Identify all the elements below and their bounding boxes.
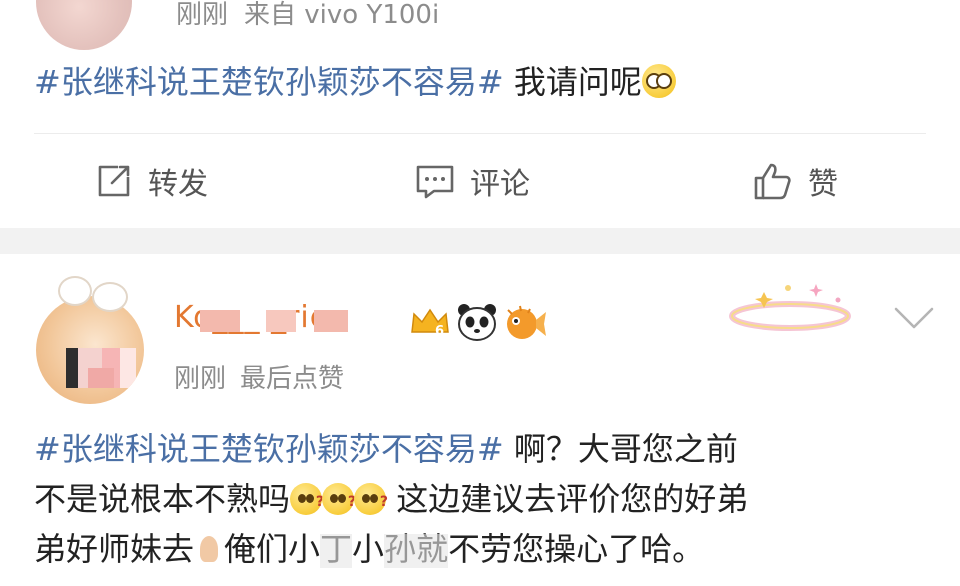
post2-text-3g: 不劳您操心了哈。 [448,530,705,568]
post2-text-1: 啊？大哥您之前 [503,430,738,468]
post2-username[interactable]: Ko___ _ric [174,300,404,340]
post1-time: 刚刚 [176,0,229,30]
post1-content: #张继科说王楚钦孙颖莎不容易# 我请问呢 [34,60,676,104]
post2-activity: 最后点赞 [240,364,345,394]
comment-label: 评论 [470,167,530,202]
post2-content: #张继科说王楚钦孙颖莎不容易# 啊？大哥您之前 不是说根本不熟吗??? 这边建议… [34,424,934,574]
crown-badge-icon[interactable]: 6 [408,306,452,338]
post2-text-3c: 丁 [320,524,353,574]
comment-button[interactable]: 评论 [414,156,530,206]
post1-divider [34,133,926,134]
post1-source: 来自 vivo Y100i [244,0,440,30]
post2-text-3e: 孙 [384,524,417,574]
praying-hands-emoji-icon [194,532,224,564]
post1-meta: 刚刚 来自 vivo Y100i [176,0,439,31]
panda-icon[interactable] [456,302,498,342]
comment-icon [416,165,454,199]
question-face-emoji-icon: ? [322,483,356,515]
like-button[interactable]: 赞 [752,156,838,206]
post2-time: 刚刚 [174,364,227,394]
username-text: Ko___ _ric [174,300,328,335]
thumbs-up-icon [754,163,791,200]
post2-hashtag[interactable]: #张继科说王楚钦孙颖莎不容易# [34,430,504,468]
post2-text-2b: 这边建议去评价您的好弟 [386,480,749,518]
chevron-down-icon[interactable] [892,305,936,331]
glasses-face-emoji-icon [641,64,676,98]
post2-line-2: 不是说根本不熟吗??? 这边建议去评价您的好弟 [34,474,934,524]
post1-text: 我请问呢 [503,63,642,101]
repost-button[interactable]: 转发 [94,156,208,206]
post2-text-3d: 小 [352,530,385,568]
feed-separator [0,228,960,254]
repost-icon [98,165,130,197]
post1-hashtag[interactable]: #张继科说王楚钦孙颖莎不容易# [34,63,504,101]
crown-level: 6 [435,324,444,338]
sparkle-halo-decoration-icon [729,284,851,331]
username-mosaic [314,310,348,332]
question-face-emoji-icon: ? [354,483,388,515]
post2-text-2a: 不是说根本不熟吗 [34,480,291,518]
avatar-pendant-left [58,276,92,306]
post2-text-3f: 就 [416,524,449,574]
post2-avatar[interactable] [36,276,150,404]
post2-meta: 刚刚 最后点赞 [174,358,344,395]
post1-avatar[interactable] [36,0,132,50]
post2-line-3: 弟好师妹去 俺们小丁小孙就不劳您操心了哈。 [34,524,934,574]
username-mosaic [200,310,240,332]
pufferfish-icon[interactable] [500,302,548,342]
avatar-mosaic-detail [88,368,114,388]
post2-text-3a: 弟好师妹去 [34,530,195,568]
repost-label: 转发 [148,167,208,202]
avatar-pendant-right [92,282,128,312]
post2-text-3b: 俺们小 [224,530,321,568]
like-label: 赞 [808,167,838,202]
avatar-image [36,296,144,404]
username-mosaic [266,310,296,332]
question-face-emoji-icon: ? [290,483,324,515]
post2-line-1: #张继科说王楚钦孙颖莎不容易# 啊？大哥您之前 [34,424,934,474]
